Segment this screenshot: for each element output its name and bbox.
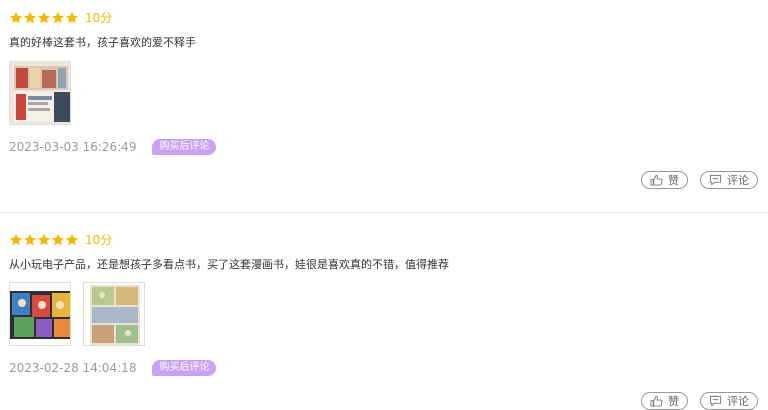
comment-button[interactable]: 评论 bbox=[700, 171, 758, 189]
review-score: 10分 bbox=[85, 233, 113, 247]
review-date: 2023-03-03 16:26:49 bbox=[9, 140, 137, 154]
comment-button[interactable]: 评论 bbox=[700, 392, 758, 410]
star-icon bbox=[37, 233, 51, 247]
star-icon bbox=[9, 11, 23, 25]
star-icon bbox=[65, 11, 79, 25]
review-image-book-photo[interactable] bbox=[9, 61, 71, 125]
review-divider bbox=[0, 212, 768, 213]
comment-label: 评论 bbox=[727, 395, 749, 408]
review-text: 从小玩电子产品，还是想孩子多看点书，买了这套漫画书，娃很是喜欢真的不错，值得推荐 bbox=[9, 258, 449, 271]
comment-icon bbox=[709, 174, 722, 186]
review-text: 真的好棒这套书，孩子喜欢的爱不释手 bbox=[9, 36, 196, 49]
review-image-comic-books-photo[interactable] bbox=[9, 282, 71, 346]
review-2-stars bbox=[9, 233, 79, 247]
star-icon bbox=[9, 233, 23, 247]
review-1-actions: 赞 评论 bbox=[629, 171, 758, 189]
comment-label: 评论 bbox=[727, 174, 749, 187]
review-score: 10分 bbox=[85, 11, 113, 25]
review-2-actions: 赞 评论 bbox=[629, 392, 758, 410]
review-2-meta: 2023-02-28 14:04:18 购买后评论 bbox=[9, 360, 217, 376]
comic-books-photo-icon bbox=[10, 283, 70, 345]
star-icon bbox=[51, 11, 65, 25]
review-2-rating: 10分 bbox=[9, 233, 112, 247]
thumbs-up-icon bbox=[650, 395, 663, 407]
comment-icon bbox=[709, 395, 722, 407]
comic-page-photo-icon bbox=[84, 283, 144, 345]
purchase-badge: 购买后评论 bbox=[152, 139, 217, 155]
book-photo-icon bbox=[10, 62, 70, 124]
review-date: 2023-02-28 14:04:18 bbox=[9, 361, 137, 375]
star-icon bbox=[37, 11, 51, 25]
like-label: 赞 bbox=[668, 174, 679, 187]
review-1-stars bbox=[9, 11, 79, 25]
review-1-rating: 10分 bbox=[9, 11, 112, 25]
star-icon bbox=[23, 11, 37, 25]
review-1-meta: 2023-03-03 16:26:49 购买后评论 bbox=[9, 139, 217, 155]
review-image-comic-page-photo[interactable] bbox=[83, 282, 145, 346]
star-icon bbox=[51, 233, 65, 247]
star-icon bbox=[23, 233, 37, 247]
like-button[interactable]: 赞 bbox=[641, 392, 688, 410]
purchase-badge: 购买后评论 bbox=[152, 360, 217, 376]
star-icon bbox=[65, 233, 79, 247]
like-label: 赞 bbox=[668, 395, 679, 408]
like-button[interactable]: 赞 bbox=[641, 171, 688, 189]
thumbs-up-icon bbox=[650, 174, 663, 186]
